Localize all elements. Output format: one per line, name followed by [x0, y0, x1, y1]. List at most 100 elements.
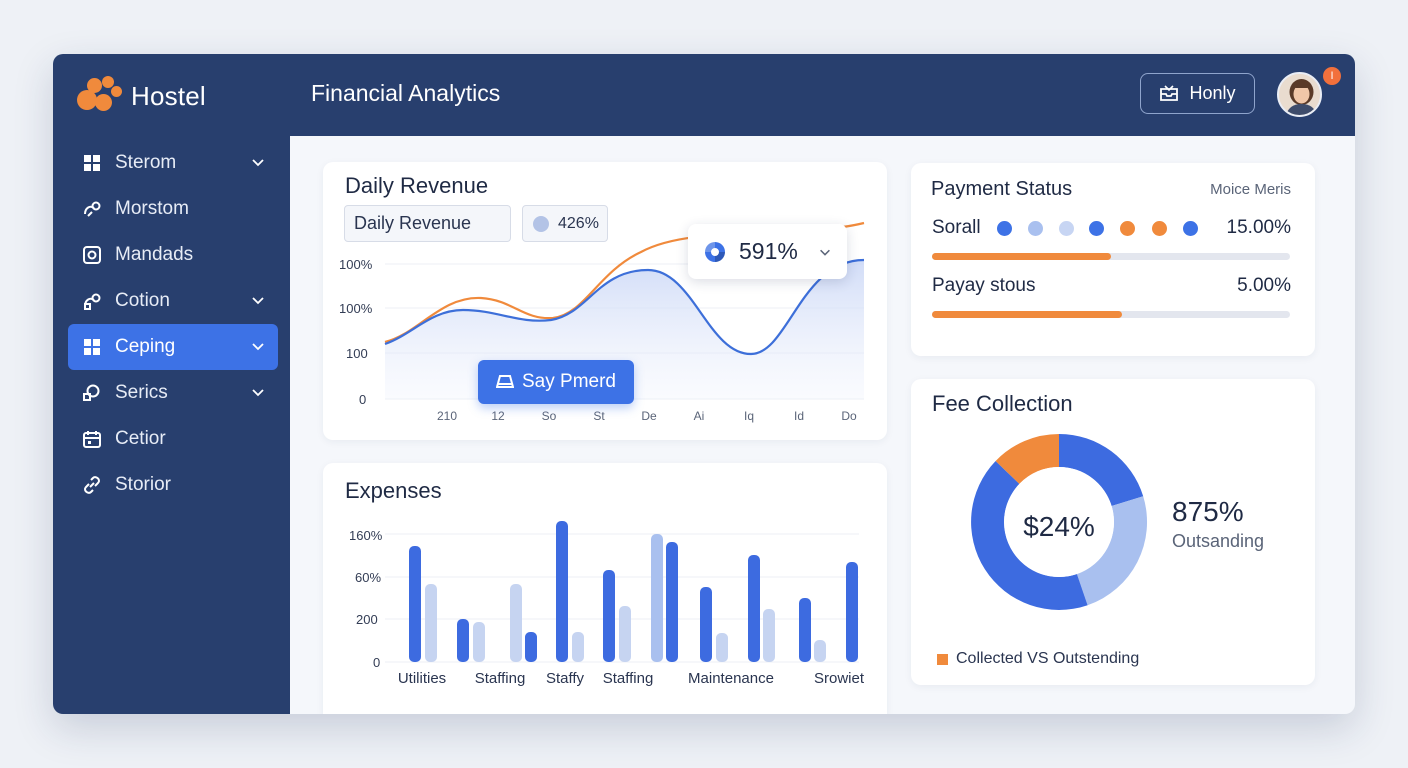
sidebar-item-label: Cotion: [115, 290, 170, 311]
link-icon: [81, 290, 103, 312]
bar-secondary: [619, 606, 631, 662]
status-dot: [1183, 221, 1198, 236]
fee-collection-card: Fee Collection $24% 875% Outsanding Coll…: [911, 379, 1315, 685]
sidebar-item-label: Ceping: [115, 336, 176, 357]
bar-primary: [846, 562, 858, 662]
fee-legend: Collected VS Outstending: [937, 650, 1139, 668]
x-label: Staffing: [602, 670, 654, 687]
bar-secondary: [763, 609, 775, 662]
status-dot: [1059, 221, 1074, 236]
sidebar-item-label: Cetior: [115, 428, 166, 449]
sidebar-item-serics[interactable]: Serics: [68, 370, 278, 416]
sidebar: Hostel Sterom Morstom Mandads Cotion Cep…: [53, 54, 290, 714]
brand[interactable]: Hostel: [77, 76, 206, 116]
status-dot: [1120, 221, 1135, 236]
x-tick: Iq: [743, 409, 755, 423]
outstanding-value: 875%: [1172, 496, 1244, 527]
y-tick: 100%: [339, 301, 373, 316]
tag-icon: [81, 382, 103, 404]
x-label: Maintenance: [688, 670, 774, 687]
daily-revenue-card: Daily Revenue Daily Revenue 426% 100% 10…: [323, 162, 887, 440]
sidebar-item-label: Sterom: [115, 152, 177, 173]
y-tick: 0: [373, 655, 381, 670]
bar-primary: [700, 587, 712, 662]
app-window: Hostel Sterom Morstom Mandads Cotion Cep…: [53, 54, 1355, 714]
sidebar-item-storior[interactable]: Storior: [68, 462, 278, 508]
say-pmerd-button[interactable]: Say Pmerd: [478, 360, 634, 404]
bar-secondary: [473, 622, 485, 662]
chevron-down-icon: [252, 389, 264, 397]
payment-status-card: Payment Status Moice Meris Sorall 15.00%…: [911, 163, 1315, 356]
bar-secondary: [425, 584, 437, 662]
top-header: Financial Analytics Honly I: [290, 54, 1355, 136]
sidebar-item-cotion[interactable]: Cotion: [68, 278, 278, 324]
y-tick: 200: [356, 612, 378, 627]
sidebar-item-morstom[interactable]: Morstom: [68, 186, 278, 232]
x-tick: De: [641, 409, 657, 423]
payment-progress-track: [932, 253, 1290, 260]
bar-primary: [799, 598, 811, 662]
avatar[interactable]: [1277, 72, 1322, 117]
bar-primary: [748, 555, 760, 662]
card-title: Payment Status: [931, 178, 1073, 200]
bar-secondary: [651, 534, 663, 662]
x-tick: St: [593, 409, 605, 423]
sidebar-item-ceping[interactable]: Ceping: [68, 324, 278, 370]
status-dot: [1152, 221, 1167, 236]
sidebar-item-cetior[interactable]: Cetior: [68, 416, 278, 462]
bar-primary: [525, 632, 537, 662]
refresh-icon: [705, 241, 725, 262]
hostel-logo-icon: [77, 76, 123, 116]
tray-icon: [496, 375, 514, 388]
revenue-value-dropdown[interactable]: 591%: [688, 224, 847, 279]
payment-row-label: Sorall: [932, 217, 981, 238]
y-tick: 0: [359, 392, 367, 407]
y-tick: 160%: [349, 528, 383, 543]
card-title: Fee Collection: [932, 391, 1073, 416]
x-tick: 12: [491, 409, 505, 423]
x-tick: So: [541, 409, 557, 423]
grid-icon: [81, 152, 103, 174]
bar-secondary: [510, 584, 522, 662]
payment-row-label: Payay stous: [932, 275, 1036, 296]
payment-progress-fill: [932, 253, 1111, 260]
bar-secondary: [716, 633, 728, 662]
more-metrics-link[interactable]: Moice Meris: [1210, 181, 1291, 198]
sidebar-item-mandads[interactable]: Mandads: [68, 232, 278, 278]
grid-icon: [81, 336, 103, 358]
sidebar-item-label: Mandads: [115, 244, 194, 265]
bar-primary: [409, 546, 421, 662]
square-icon: [81, 244, 103, 266]
bar-secondary: [572, 632, 584, 662]
x-label: Srowiet: [813, 670, 865, 687]
bar-primary: [666, 542, 678, 662]
x-label: Utilities: [397, 670, 447, 687]
chevron-down-icon: [252, 343, 264, 351]
sidebar-item-label: Storior: [115, 474, 171, 495]
sidebar-item-sterom[interactable]: Sterom: [68, 140, 278, 186]
donut-center-value: $24%: [1023, 511, 1095, 542]
chevron-down-icon: [819, 249, 830, 256]
x-tick: Id: [793, 409, 805, 423]
say-pmerd-label: Say Pmerd: [522, 371, 616, 392]
header-action-button[interactable]: Honly: [1140, 73, 1255, 114]
x-label: Staffy: [545, 670, 585, 687]
status-dot: [1028, 221, 1043, 236]
status-dot: [997, 221, 1012, 236]
legend-label: Collected VS Outstending: [956, 650, 1140, 667]
payment-row-pct: 15.00%: [1226, 217, 1291, 238]
sidebar-item-label: Serics: [115, 382, 168, 403]
y-tick: 100: [346, 346, 368, 361]
chain-icon: [81, 474, 103, 496]
chevron-down-icon: [252, 159, 264, 167]
notification-badge[interactable]: I: [1323, 67, 1341, 85]
payment-progress-fill: [932, 311, 1122, 318]
expenses-card: Expenses 160% 60% 200 0 Utilities Staffi…: [323, 463, 887, 714]
x-label: Staffing: [474, 670, 526, 687]
chevron-down-icon: [252, 297, 264, 305]
y-tick: 100%: [339, 257, 373, 272]
bar-secondary: [814, 640, 826, 662]
y-tick: 60%: [355, 570, 382, 585]
x-tick: 210: [436, 409, 458, 423]
brand-name: Hostel: [131, 80, 206, 111]
